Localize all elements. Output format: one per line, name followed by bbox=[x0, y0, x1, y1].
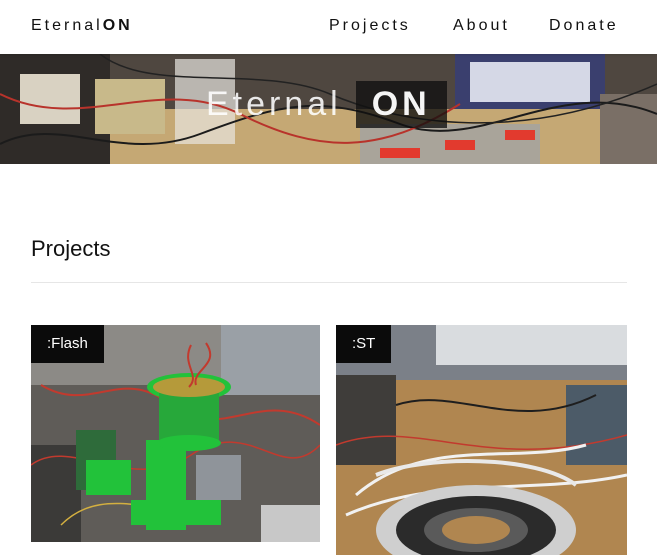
hero-title: Eternal ON bbox=[206, 80, 447, 128]
project-tag-st: :ST bbox=[336, 325, 392, 363]
site-logo[interactable]: EternalON bbox=[31, 17, 133, 35]
logo-text-light: Eternal bbox=[31, 17, 103, 34]
top-navigation-bar: EternalON Projects About Donate bbox=[0, 0, 657, 54]
project-card-flash[interactable]: :Flash bbox=[31, 325, 320, 542]
hero-banner: Eternal ON bbox=[0, 54, 657, 164]
nav-link-donate[interactable]: Donate bbox=[549, 17, 619, 35]
section-divider bbox=[31, 282, 627, 283]
hero-title-bold: ON bbox=[355, 80, 447, 128]
project-card-st[interactable]: :ST bbox=[336, 325, 627, 555]
hero-title-light: Eternal bbox=[206, 84, 342, 123]
project-tag-flash: :Flash bbox=[31, 325, 104, 363]
nav-link-about[interactable]: About bbox=[453, 17, 510, 35]
projects-heading: Projects bbox=[31, 236, 111, 261]
logo-text-bold: ON bbox=[102, 17, 133, 34]
nav-link-projects[interactable]: Projects bbox=[329, 17, 411, 35]
